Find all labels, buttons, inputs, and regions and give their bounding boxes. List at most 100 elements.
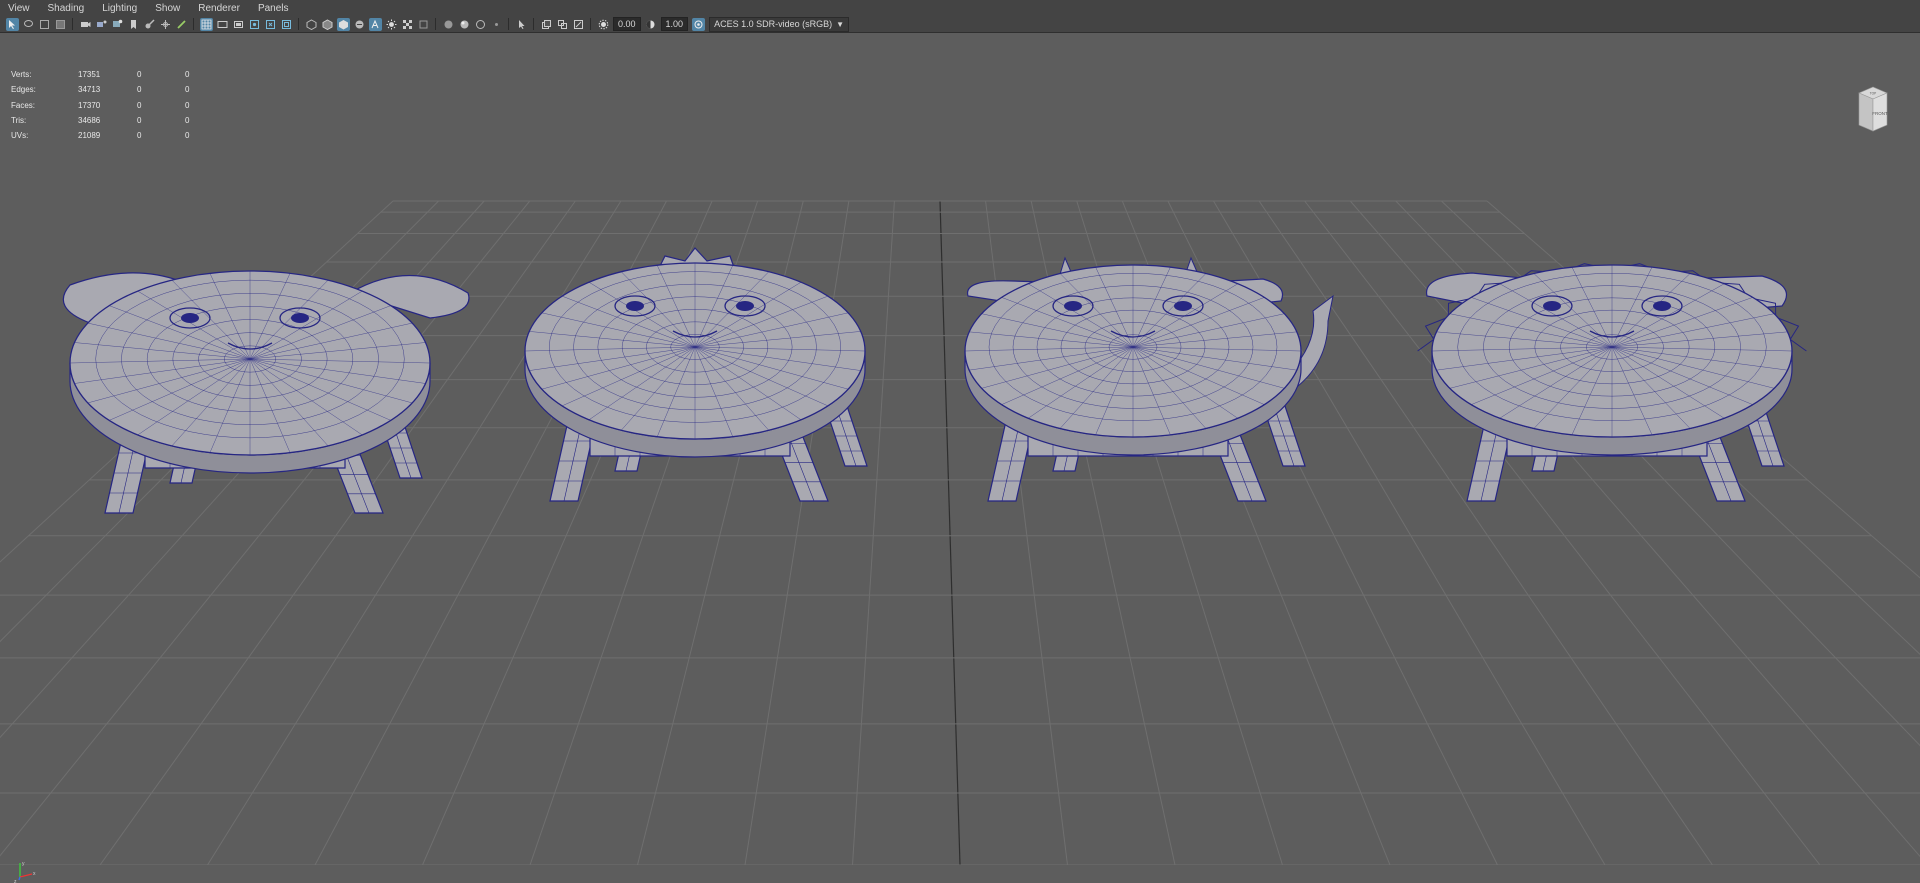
hud-value: 21089 [78,131,101,141]
view-cube-front-label: FRONT [1872,111,1888,116]
hud-value: 0 [185,115,190,125]
toolbar-separator [508,18,509,30]
layers-icon[interactable] [540,18,553,31]
stool-pupil [1543,301,1561,311]
backface-icon[interactable] [321,18,334,31]
motion-blur-icon[interactable] [353,18,366,31]
z-axis-label: z [14,879,17,883]
hud-row-edges: Edges: 34713 0 0 [11,82,189,97]
viewport-scene[interactable] [0,33,1920,865]
ssao-icon[interactable] [336,17,350,31]
x-axis-label: x [33,871,36,877]
xray-joints-icon[interactable] [401,18,414,31]
hud-row-verts: Verts: 17351 0 0 [11,67,189,82]
view-cube-top-label: TOP [1870,92,1877,96]
stool-pupil [291,313,309,323]
wireframe-on-shaded-icon[interactable] [232,18,245,31]
hud-value: 0 [137,100,142,110]
stool-pupil [181,313,199,323]
copy-panel-icon[interactable] [556,18,569,31]
menu-lighting[interactable]: Lighting [94,3,147,14]
hud-row-uvs: UVs: 21089 0 0 [11,128,189,143]
lasso-icon[interactable] [22,18,35,31]
hud-value: 0 [137,70,142,79]
sphere-shade-icon[interactable] [442,18,455,31]
menu-shading[interactable]: Shading [40,3,95,14]
panel-toolbar: 0.00 1.00 ACES 1.0 SDR-video (sRGB) ▼ [0,16,1920,33]
gamma-field[interactable]: 1.00 [660,17,689,31]
view-cube-side-face[interactable] [1858,92,1874,132]
wireframe-icon[interactable] [199,17,213,31]
menu-renderer[interactable]: Renderer [190,3,250,14]
hud-row-faces: Faces: 17370 0 0 [11,98,189,113]
menu-show[interactable]: Show [147,3,190,14]
stool-model [524,247,868,502]
stool-pupil [736,301,754,311]
toolbar-separator [590,18,591,30]
exposure-field[interactable]: 0.00 [613,17,641,31]
menu-view[interactable]: View [0,3,40,14]
sphere-outline-icon[interactable] [474,18,487,31]
lights-icon[interactable] [264,18,277,31]
perspective-viewport[interactable]: Verts: 17351 0 0 Edges: 34713 0 0 Faces:… [0,33,1920,883]
select-icon[interactable] [5,17,19,31]
view-cube[interactable]: TOP FRONT [1853,85,1893,135]
hud-value: 0 [185,100,190,110]
expand-panel-icon[interactable] [572,18,585,31]
exposure-icon[interactable] [597,18,610,31]
stool-pupil [1653,301,1671,311]
grid-line [939,200,961,865]
textured-icon[interactable] [248,18,261,31]
camera-attr-icon[interactable] [95,18,108,31]
isolate-icon[interactable] [385,18,398,31]
sphere-lit-icon[interactable] [458,18,471,31]
resolution-gate-icon[interactable] [175,18,188,31]
paint-select-icon[interactable] [38,18,51,31]
xray-icon[interactable] [305,18,318,31]
toolbar-separator [533,18,534,30]
toolbar-separator [435,18,436,30]
stool-model [62,270,470,514]
hud-value: 34686 [78,115,101,125]
toolbar-separator [72,18,73,30]
toolbar-separator [298,18,299,30]
color-space-dropdown[interactable]: ACES 1.0 SDR-video (sRGB) ▼ [709,16,850,32]
pointer-icon[interactable] [515,18,528,31]
hud-label: Edges: [11,85,36,95]
hud-row-tris: Tris: 34686 0 0 [11,113,189,128]
hud-label: UVs: [11,131,29,141]
smooth-shade-icon[interactable] [216,18,229,31]
stool-models [62,247,1807,514]
aa-icon[interactable] [368,17,382,31]
hud-label: Verts: [11,70,32,79]
grid-icon[interactable] [143,18,156,31]
y-axis-label: y [22,861,25,867]
hud-toggle-icon[interactable] [417,18,430,31]
hud-value: 0 [185,131,190,141]
chevron-down-icon: ▼ [836,19,845,29]
grid-line [852,200,895,865]
hud-value: 0 [137,131,142,141]
hud-value: 17351 [78,70,101,79]
shadows-icon[interactable] [280,18,293,31]
stool-model [1417,263,1807,502]
image-plane-icon[interactable] [127,18,140,31]
hud-value: 0 [185,85,190,95]
camera-icon[interactable] [79,18,92,31]
hud-value: 34713 [78,85,101,95]
color-space-label: ACES 1.0 SDR-video (sRGB) [714,18,833,29]
axis-gizmo: y x z [14,861,36,883]
hud-value: 0 [137,115,142,125]
stool-pupil [626,301,644,311]
hud-value: 0 [137,85,142,95]
gamma-icon[interactable] [644,18,657,31]
unlit-icon[interactable] [490,18,503,31]
film-gate-icon[interactable] [159,18,172,31]
bookmark-icon[interactable] [111,18,124,31]
panel-menu-bar: View Shading Lighting Show Renderer Pane… [0,0,1920,16]
menu-panels[interactable]: Panels [250,3,299,14]
color-management-icon[interactable] [691,17,705,31]
x-axis-line [19,873,33,878]
soft-select-icon[interactable] [54,18,67,31]
stool-pupil [1064,301,1082,311]
